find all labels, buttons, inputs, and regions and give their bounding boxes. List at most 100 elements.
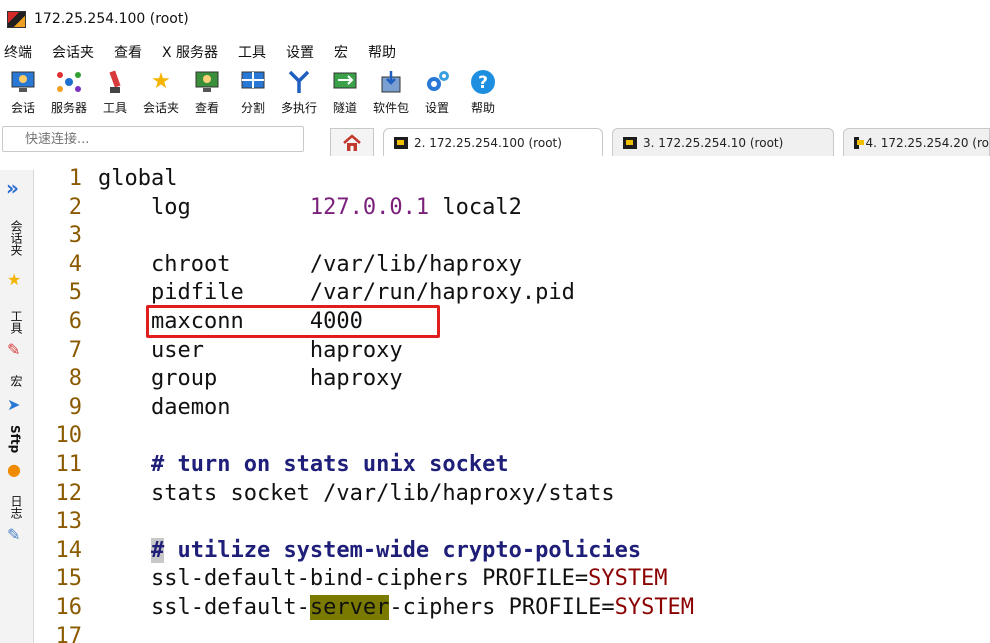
- code-text: log 127.0.0.1 local2: [98, 193, 522, 222]
- code-token: pidfile /var/run/haproxy.pid: [98, 280, 575, 306]
- code-text: ssl-default-bind-ciphers PROFILE=SYSTEM: [98, 564, 668, 593]
- code-token: server: [309, 595, 390, 620]
- expand-sidebar-icon[interactable]: »: [6, 176, 19, 200]
- code-text: stats socket /var/lib/haproxy/stats: [98, 479, 615, 508]
- terminal-icon: [394, 136, 408, 149]
- line-number: 5: [68, 280, 82, 306]
- line-number: 15: [55, 566, 83, 592]
- line-number: 17: [55, 623, 83, 643]
- code-text: user haproxy: [98, 336, 403, 365]
- terminal-icon: [854, 136, 865, 149]
- code-text: group haproxy: [98, 364, 403, 393]
- session-button[interactable]: 会话: [4, 66, 42, 116]
- menu-terminal[interactable]: 终端: [4, 42, 32, 62]
- menu-help[interactable]: 帮助: [368, 42, 396, 62]
- code-line: 6 maxconn 4000: [36, 307, 990, 336]
- split-button[interactable]: 分割: [234, 66, 272, 116]
- menu-sessions[interactable]: 会话夹: [52, 42, 94, 62]
- code-line: 13: [36, 507, 990, 536]
- session-icon: [9, 68, 37, 96]
- help-button[interactable]: ? 帮助: [464, 66, 502, 116]
- sidebar-tab-log[interactable]: 日志: [8, 495, 25, 519]
- home-tab[interactable]: [330, 128, 374, 156]
- star-icon: ★: [151, 69, 171, 94]
- sessions-folder-button[interactable]: ★ 会话夹: [142, 66, 180, 116]
- packages-button[interactable]: 软件包: [372, 66, 410, 116]
- toolbar: 会话 服务器 工具 ★ 会话夹 查看 分割 多执行 隧道 软件包 设置 ? 帮助: [0, 66, 990, 124]
- code-token: #: [150, 537, 165, 563]
- code-token: daemon: [98, 394, 231, 420]
- menu-tools[interactable]: 工具: [238, 42, 266, 62]
- help-icon: ?: [469, 68, 497, 96]
- sidebar-tab-tools[interactable]: 工具: [8, 310, 25, 334]
- code-line: 9 daemon: [36, 393, 990, 422]
- code-line: 8 group haproxy: [36, 364, 990, 393]
- star-icon: ★: [7, 270, 22, 289]
- code-token: ssl-default-bind-ciphers PROFILE=: [98, 566, 589, 592]
- code-line: 10: [36, 421, 990, 450]
- menu-x-server[interactable]: X 服务器: [162, 42, 218, 62]
- multiexec-button[interactable]: 多执行: [280, 66, 318, 116]
- log-icon: ✎: [7, 525, 21, 544]
- menu-macros[interactable]: 宏: [334, 42, 348, 62]
- settings-button[interactable]: 设置: [418, 66, 456, 116]
- code-text: daemon: [98, 393, 230, 422]
- code-line: 5 pidfile /var/run/haproxy.pid: [36, 278, 990, 307]
- line-number: 2: [68, 194, 82, 220]
- code-token: chroot /var/lib/haproxy: [98, 251, 522, 277]
- tab-session-2[interactable]: 2. 172.25.254.100 (root): [383, 128, 603, 156]
- servers-icon: [55, 68, 83, 96]
- tab-session-4[interactable]: 4. 172.25.254.20 (ro: [843, 128, 990, 156]
- line-number: 8: [68, 366, 82, 392]
- sidebar-tab-sessions[interactable]: 会话夹: [8, 220, 25, 256]
- line-number: 4: [68, 251, 82, 277]
- line-number: 12: [55, 480, 83, 506]
- packages-icon: [377, 68, 405, 96]
- code-text: ssl-default-server-ciphers PROFILE=SYSTE…: [98, 593, 694, 622]
- tools-button[interactable]: 工具: [96, 66, 134, 116]
- send-icon: ➤: [7, 395, 21, 414]
- code-text: global: [98, 164, 177, 193]
- sidebar-tab-sftp[interactable]: Sftp: [8, 425, 22, 453]
- code-token: stats socket /var/lib/haproxy/stats: [98, 480, 615, 506]
- code-token: SYSTEM: [588, 566, 668, 592]
- session-tab-row: 2. 172.25.254.100 (root) 3. 172.25.254.1…: [0, 126, 990, 156]
- app-logo-icon: [7, 10, 26, 28]
- code-line: 4 chroot /var/lib/haproxy: [36, 250, 990, 279]
- side-panel: » 会话夹 ★ 工具 ✎ 宏 ➤ Sftp ● 日志 ✎: [0, 170, 34, 643]
- terminal-icon: [623, 136, 637, 149]
- code-line: 15 ssl-default-bind-ciphers PROFILE=SYST…: [36, 564, 990, 593]
- menu-settings[interactable]: 设置: [286, 42, 314, 62]
- servers-button[interactable]: 服务器: [50, 66, 88, 116]
- line-number: 6: [68, 309, 82, 334]
- tunnel-button[interactable]: 隧道: [326, 66, 364, 116]
- code-line: 3: [36, 221, 990, 250]
- multiexec-icon: [285, 68, 313, 96]
- quick-connect-input[interactable]: [2, 126, 304, 152]
- code-token: maxconn 4000: [98, 309, 363, 334]
- terminal-editor[interactable]: 1 global 2 log 127.0.0.1 local2 3 4 chroot /…: [36, 160, 990, 643]
- code-token: log: [98, 194, 310, 220]
- line-number: 16: [55, 595, 83, 620]
- line-number: 10: [55, 423, 83, 449]
- code-text: pidfile /var/run/haproxy.pid: [98, 278, 575, 307]
- code-token: 127.0.0.1: [309, 194, 430, 220]
- code-line: 14 # utilize system-wide crypto-policies: [36, 536, 990, 565]
- line-number: 3: [68, 223, 82, 249]
- code-text: # utilize system-wide crypto-policies: [98, 536, 641, 565]
- view-button[interactable]: 查看: [188, 66, 226, 116]
- title-bar: 172.25.254.100 (root): [0, 0, 990, 38]
- menu-view[interactable]: 查看: [114, 42, 142, 62]
- window-title: 172.25.254.100 (root): [34, 11, 189, 27]
- code-line: 11 # turn on stats unix socket: [36, 450, 990, 479]
- split-icon: [239, 68, 267, 96]
- sidebar-tab-macros[interactable]: 宏: [8, 375, 25, 387]
- tab-session-3[interactable]: 3. 172.25.254.10 (root): [612, 128, 834, 156]
- home-icon: [343, 133, 361, 151]
- line-number: 13: [55, 509, 83, 535]
- tunnel-icon: [331, 68, 359, 96]
- code-line: 12 stats socket /var/lib/haproxy/stats: [36, 479, 990, 508]
- tools-icon: [101, 68, 129, 96]
